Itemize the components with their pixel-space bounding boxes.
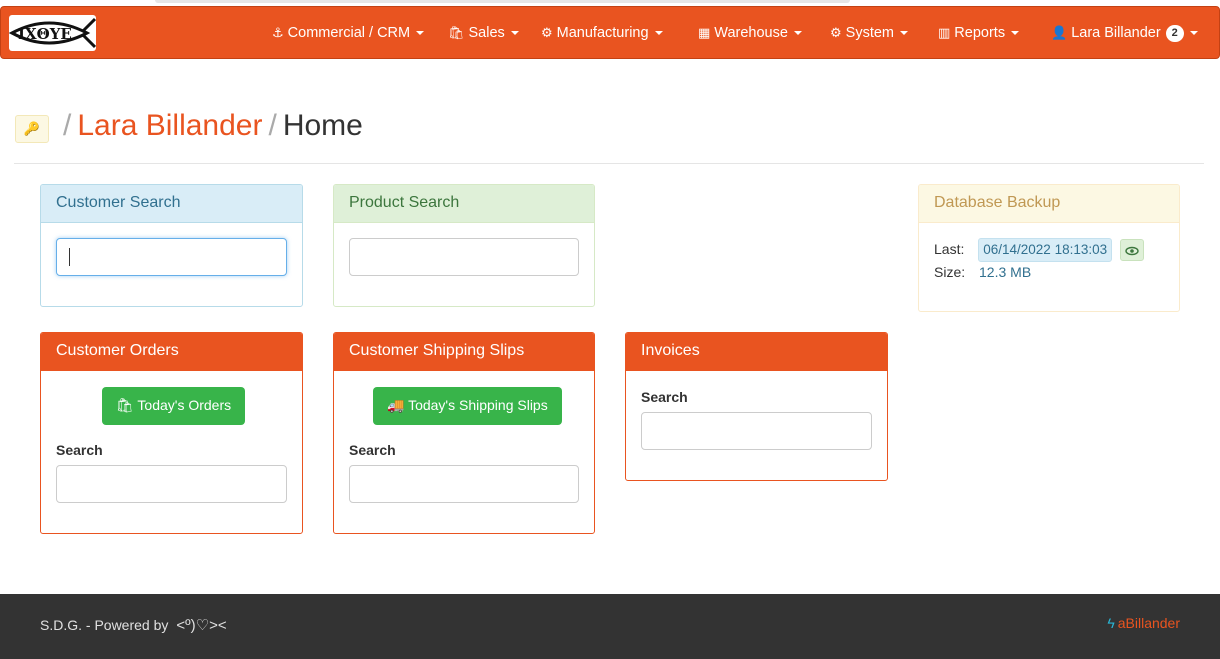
user-icon: 👤 <box>1051 25 1068 40</box>
menu-label: Reports <box>954 25 1006 41</box>
product-search-panel: Product Search <box>333 184 595 307</box>
caret-down-icon <box>1011 31 1020 35</box>
footer: S.D.G. - Powered by <º)♡>< ϟ aBillander <box>0 594 1220 659</box>
button-label: Today's Orders <box>137 397 232 413</box>
fish-logo-icon: IXΘYE <box>9 17 96 49</box>
ichthys-logo[interactable]: IXΘYE <box>9 15 96 51</box>
menu-label: Sales <box>468 25 505 41</box>
backup-size-value: 12.3 MB <box>979 264 1032 280</box>
key-button[interactable]: 🔑 <box>15 115 49 143</box>
menu-system[interactable]: ⚙ System <box>830 7 908 60</box>
breadcrumb-separator: / <box>268 109 277 142</box>
menu-warehouse[interactable]: ▦ Warehouse <box>698 7 802 60</box>
todays-orders-button[interactable]: 🛍 Today's Orders <box>102 387 246 425</box>
orders-search-input[interactable] <box>56 465 287 503</box>
database-backup-panel: Database Backup Last: 06/14/2022 18:13:0… <box>918 184 1180 312</box>
browser-edge <box>155 0 850 3</box>
text-cursor <box>69 248 70 266</box>
breadcrumb-user[interactable]: Lara Billander <box>77 109 262 142</box>
invoices-search-input[interactable] <box>641 412 872 450</box>
svg-text:IXΘYE: IXΘYE <box>18 25 72 43</box>
backup-size-row: Size: 12.3 MB <box>934 264 1031 280</box>
bolt-icon: ϟ <box>1107 615 1115 631</box>
shopping-bag-icon: 🛍 <box>448 25 465 40</box>
footer-author: aBillander <box>1117 615 1180 631</box>
menu-user[interactable]: 👤 Lara Billander 2 <box>1051 7 1198 60</box>
menu-label: System <box>845 25 894 41</box>
panel-title: Product Search <box>334 185 594 223</box>
notification-badge: 2 <box>1165 25 1184 42</box>
key-icon: 🔑 <box>23 121 41 136</box>
truck-icon: 🚚 <box>387 397 405 413</box>
caret-down-icon <box>900 31 908 35</box>
fish-emoticon: <º)♡>< <box>176 617 227 634</box>
customer-search-panel: Customer Search <box>40 184 303 307</box>
panel-title: Customer Orders <box>41 333 302 371</box>
footer-author-link[interactable]: ϟ aBillander <box>1107 615 1180 631</box>
backup-last-label: Last: <box>934 241 965 257</box>
menu-commercial-crm[interactable]: ⚓ Commercial / CRM <box>272 7 425 60</box>
backup-size-label: Size: <box>934 264 966 280</box>
divider <box>14 163 1204 164</box>
invoices-panel: Invoices Search <box>625 332 888 481</box>
menu-manufacturing[interactable]: ⚙ Manufacturing <box>541 7 663 60</box>
top-navbar: IXΘYE ⚓ Commercial / CRM 🛍 Sales ⚙ Manufact… <box>0 6 1220 59</box>
caret-down-icon <box>1189 31 1198 35</box>
menu-reports[interactable]: ▥ Reports <box>938 7 1020 60</box>
caret-down-icon <box>510 31 519 35</box>
panel-title: Database Backup <box>919 185 1179 223</box>
footer-text: S.D.G. - Powered by <box>40 617 169 633</box>
caret-down-icon <box>654 31 663 35</box>
cogs-icon: ⚙ <box>541 25 553 40</box>
anchor-icon: ⚓ <box>272 25 284 40</box>
shipping-slips-search-label: Search <box>349 442 396 458</box>
customer-search-input[interactable] <box>56 238 287 276</box>
user-name: Lara Billander <box>1071 25 1161 41</box>
menu-label: Warehouse <box>714 25 788 41</box>
panel-title: Customer Shipping Slips <box>334 333 594 371</box>
menu-label: Commercial / CRM <box>287 25 411 41</box>
eye-icon <box>1125 247 1139 256</box>
shopping-bag-icon: 🛍 <box>116 397 134 413</box>
menu-label: Manufacturing <box>556 25 649 41</box>
breadcrumb-current: Home <box>282 109 363 142</box>
page-title: / Lara Billander / Home <box>57 106 363 146</box>
grid-icon: ▦ <box>698 25 711 40</box>
invoices-search-label: Search <box>641 389 688 405</box>
gears-icon: ⚙ <box>830 25 842 40</box>
panel-title: Customer Search <box>41 185 302 223</box>
panel-title: Invoices <box>626 333 887 371</box>
caret-down-icon <box>416 31 425 35</box>
shipping-slips-search-input[interactable] <box>349 465 579 503</box>
footer-credit: S.D.G. - Powered by <º)♡>< <box>40 616 227 634</box>
todays-shipping-slips-button[interactable]: 🚚 Today's Shipping Slips <box>373 387 562 425</box>
caret-down-icon <box>793 31 802 35</box>
backup-last-row: Last: 06/14/2022 18:13:03 <box>934 238 1145 262</box>
shipping-slips-panel: Customer Shipping Slips 🚚 Today's Shippi… <box>333 332 595 534</box>
menu-sales[interactable]: 🛍 Sales <box>448 7 519 60</box>
product-search-input[interactable] <box>349 238 579 276</box>
backup-last-date: 06/14/2022 18:13:03 <box>978 238 1113 262</box>
view-backup-button[interactable] <box>1120 239 1145 262</box>
button-label: Today's Shipping Slips <box>408 397 548 413</box>
breadcrumb-separator: / <box>63 109 72 142</box>
orders-search-label: Search <box>56 442 103 458</box>
customer-orders-panel: Customer Orders 🛍 Today's Orders Search <box>40 332 303 534</box>
bar-chart-icon: ▥ <box>938 25 951 40</box>
